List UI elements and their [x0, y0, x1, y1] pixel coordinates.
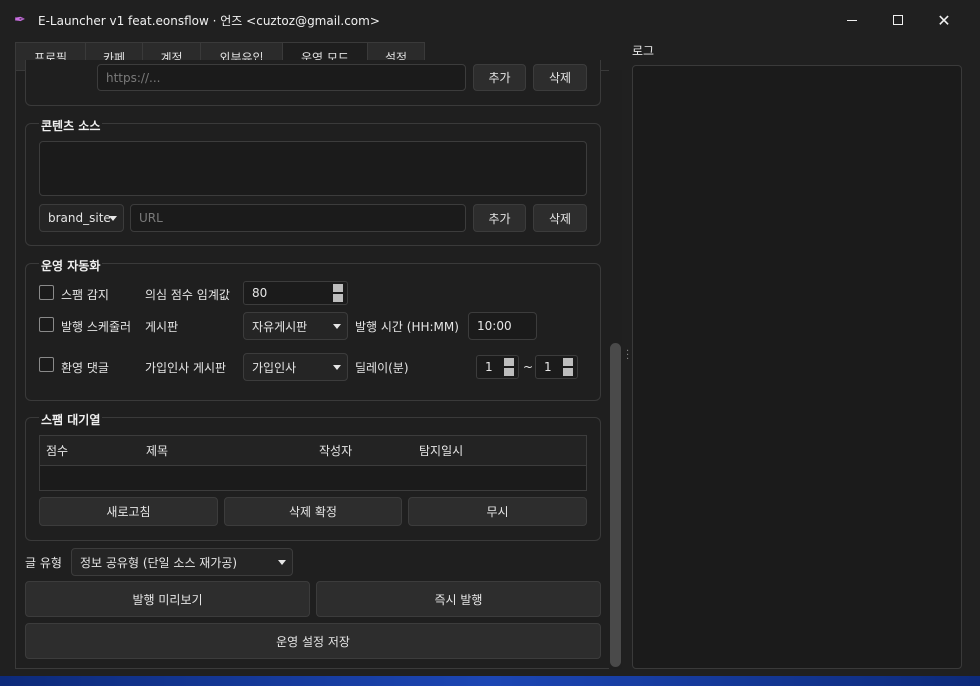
spam-detect-label: 스팸 감지 — [61, 288, 109, 302]
spin-up-icon[interactable] — [333, 284, 343, 292]
source-url-input[interactable]: URL — [130, 204, 466, 232]
chevron-down-icon — [278, 560, 286, 565]
chevron-down-icon — [109, 216, 117, 221]
ignore-button[interactable]: 무시 — [408, 497, 587, 526]
maximize-icon — [893, 15, 903, 25]
welcome-comment-checkbox[interactable] — [39, 357, 54, 372]
app-feather-icon: ✒ — [14, 12, 26, 28]
chevron-down-icon — [333, 365, 341, 370]
refresh-button[interactable]: 새로고침 — [39, 497, 218, 526]
minimize-button[interactable] — [829, 0, 875, 40]
publish-time-input[interactable]: 10:00 — [468, 312, 537, 340]
source-type-select[interactable]: brand_site — [39, 204, 124, 232]
source-delete-button[interactable]: 삭제 — [533, 204, 587, 232]
spin-up-icon[interactable] — [504, 358, 514, 366]
save-operation-settings-button[interactable]: 운영 설정 저장 — [25, 623, 601, 659]
source-add-button[interactable]: 추가 — [473, 204, 526, 232]
content-source-list[interactable] — [39, 141, 587, 196]
board-label: 게시판 — [145, 320, 179, 334]
log-label: 로그 — [632, 44, 655, 58]
spam-queue-table[interactable]: 점수 제목 작성자 탐지일시 — [39, 435, 587, 491]
spin-down-icon[interactable] — [563, 368, 573, 376]
spam-detect-checkbox[interactable] — [39, 285, 54, 300]
spin-down-icon[interactable] — [333, 294, 343, 302]
delay-label: 딜레이(분) — [355, 361, 409, 375]
scrollbar-thumb[interactable] — [610, 343, 621, 667]
greet-board-label: 가입인사 게시판 — [145, 361, 227, 375]
greet-board-select[interactable]: 가입인사 — [243, 353, 348, 381]
threshold-spinbox[interactable]: 80 — [243, 281, 348, 305]
publish-now-button[interactable]: 즉시 발행 — [316, 581, 601, 617]
top-add-button[interactable]: 추가 — [473, 64, 526, 91]
confirm-delete-button[interactable]: 삭제 확정 — [224, 497, 402, 526]
content-source-title: 콘텐츠 소스 — [39, 117, 103, 134]
chevron-down-icon — [333, 324, 341, 329]
spin-up-icon[interactable] — [563, 358, 573, 366]
app-window: ✒ E-Launcher v1 feat.eonsflow · 언즈 <cuzt… — [0, 0, 980, 686]
log-output[interactable] — [632, 65, 962, 669]
column-header-author[interactable]: 작성자 — [313, 436, 414, 466]
spam-queue-title: 스팸 대기열 — [39, 411, 103, 428]
scheduler-checkbox[interactable] — [39, 317, 54, 332]
post-type-select[interactable]: 정보 공유형 (단일 소스 재가공) — [71, 548, 293, 576]
close-icon: ✕ — [937, 10, 951, 30]
title-bar: ✒ E-Launcher v1 feat.eonsflow · 언즈 <cuzt… — [0, 0, 980, 40]
close-button[interactable]: ✕ — [921, 0, 967, 40]
post-type-label: 글 유형 — [25, 556, 62, 570]
maximize-button[interactable] — [875, 0, 921, 40]
scheduler-label: 발행 스케줄러 — [61, 320, 132, 334]
splitter-handle-icon[interactable]: · · · — [626, 347, 629, 365]
welcome-comment-label: 환영 댓글 — [61, 361, 109, 375]
automation-title: 운영 자동화 — [39, 257, 103, 274]
minimize-icon — [847, 19, 857, 21]
column-header-score[interactable]: 점수 — [40, 436, 141, 466]
delay-min-spinbox[interactable]: 1 — [476, 355, 519, 379]
window-title: E-Launcher v1 feat.eonsflow · 언즈 <cuztoz… — [38, 14, 380, 28]
spin-down-icon[interactable] — [504, 368, 514, 376]
delay-max-spinbox[interactable]: 1 — [535, 355, 578, 379]
desktop-background — [0, 676, 980, 686]
publish-time-label: 발행 시간 (HH:MM) — [355, 320, 459, 334]
board-select[interactable]: 자유게시판 — [243, 312, 348, 340]
column-header-detected-at[interactable]: 탐지일시 — [413, 436, 586, 466]
column-header-title[interactable]: 제목 — [140, 436, 314, 466]
delay-range-separator: ~ — [523, 360, 534, 374]
top-delete-button[interactable]: 삭제 — [533, 64, 587, 91]
top-url-input[interactable]: https://... — [97, 64, 466, 91]
publish-preview-button[interactable]: 발행 미리보기 — [25, 581, 310, 617]
threshold-label: 의심 점수 임계값 — [145, 288, 230, 302]
